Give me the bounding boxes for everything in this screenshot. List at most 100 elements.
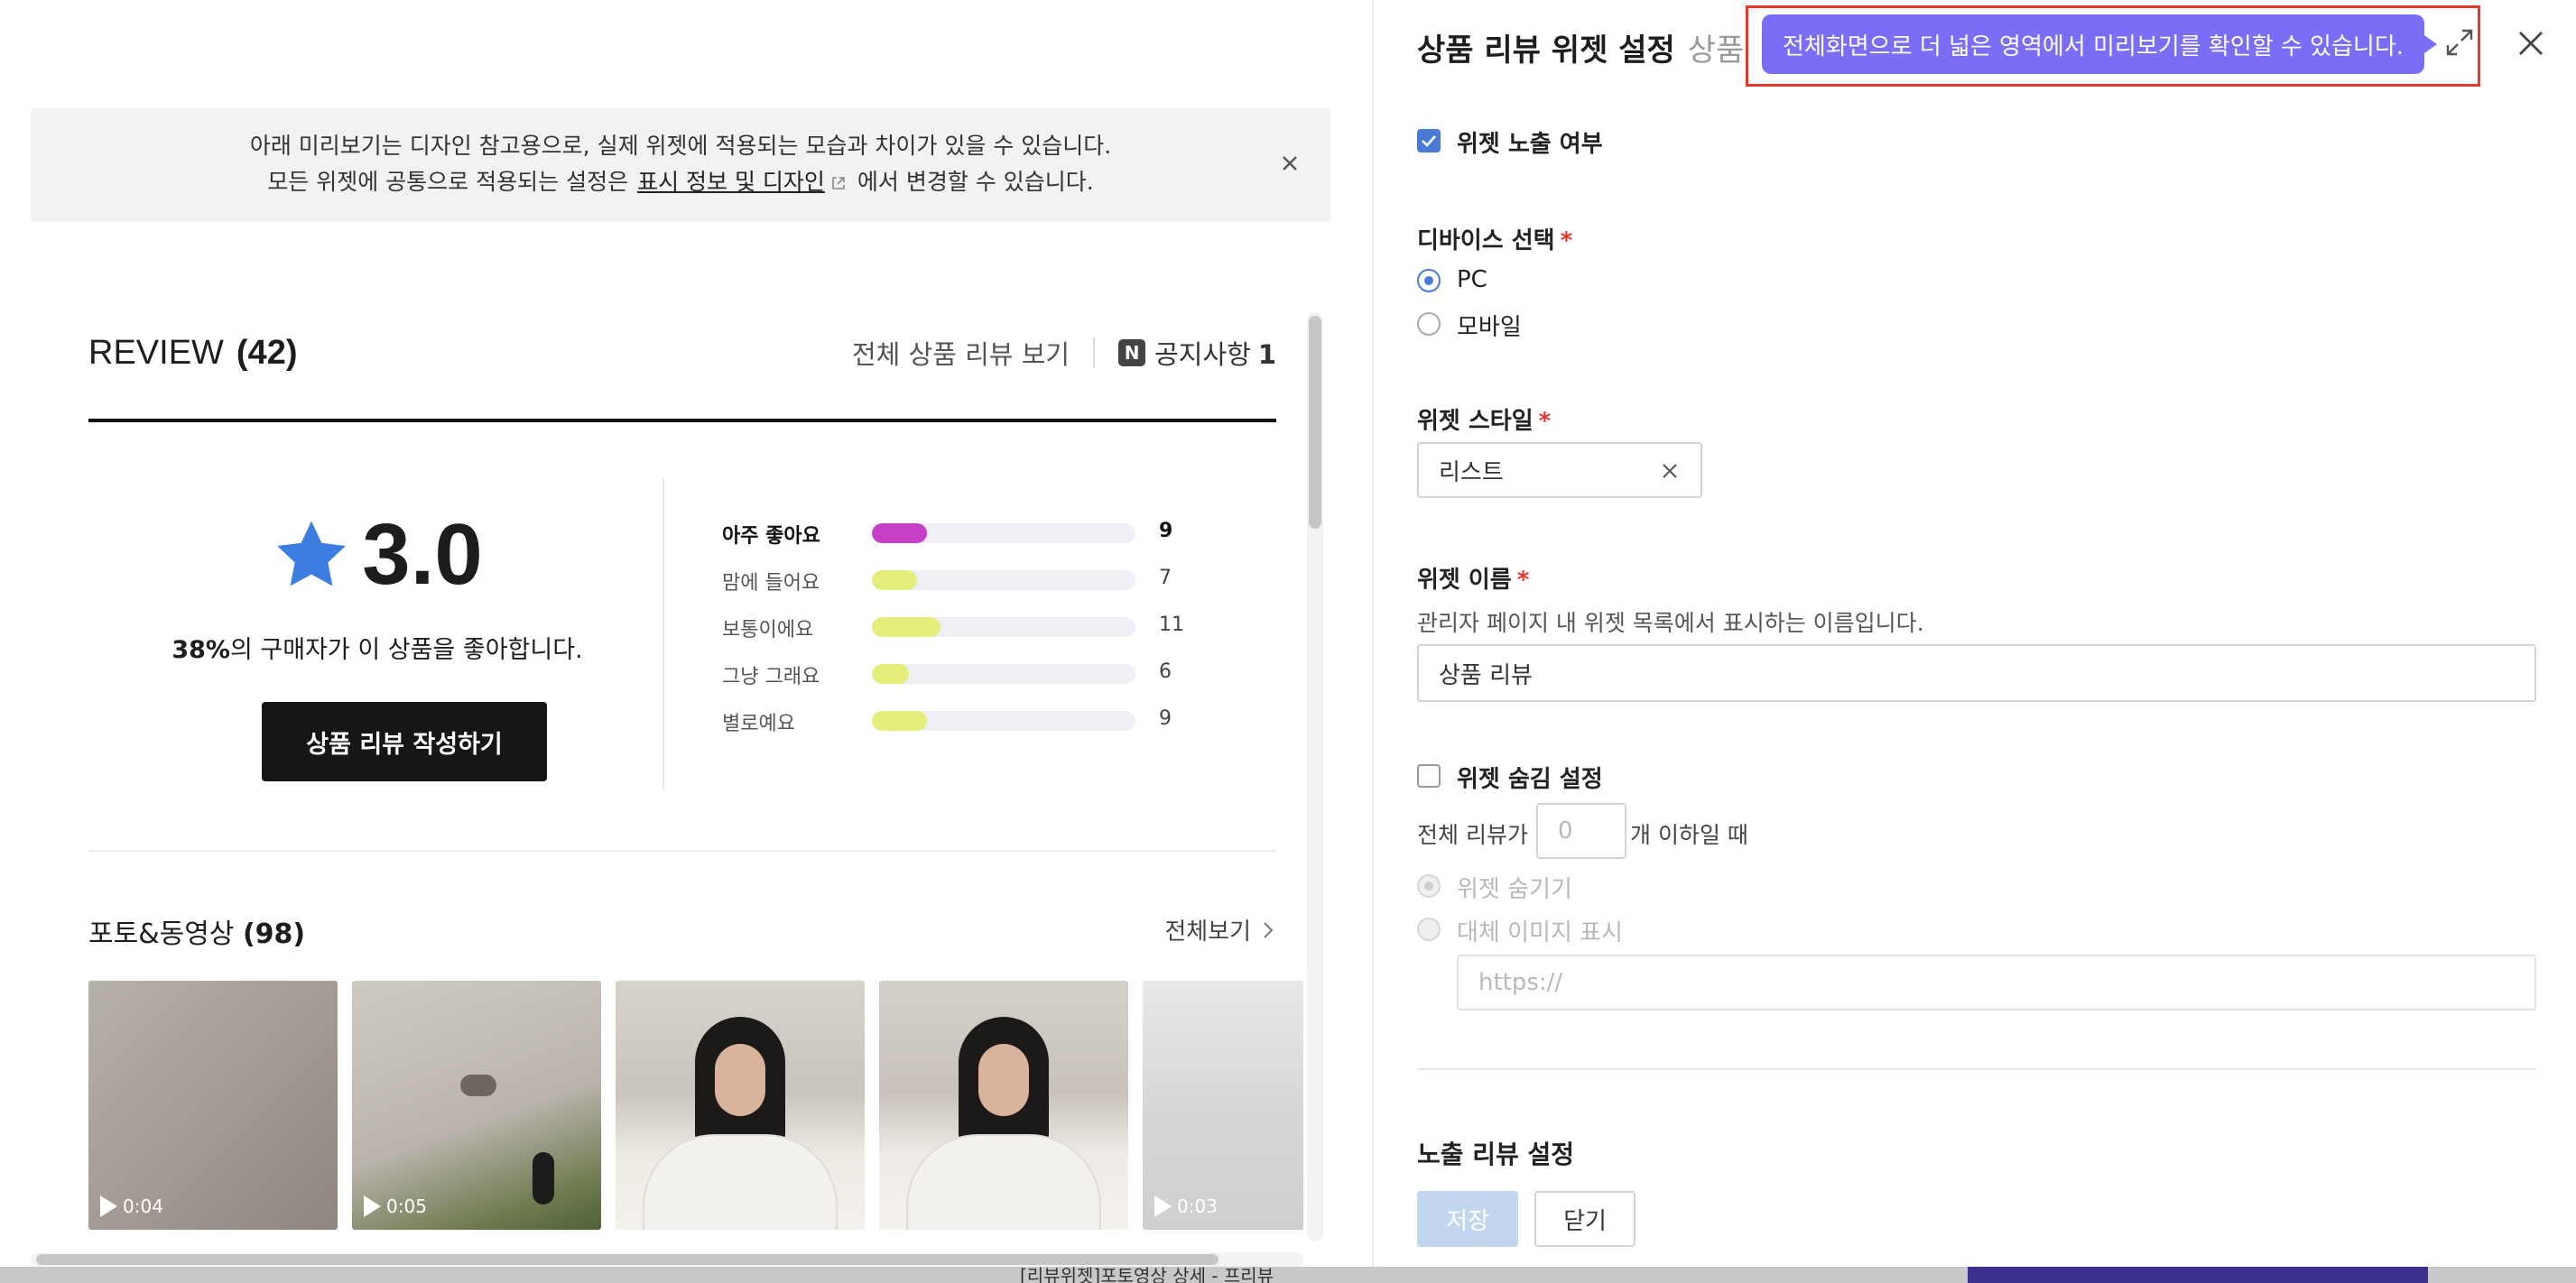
media-count: (98)	[242, 918, 306, 950]
rating-bar-track	[872, 617, 1135, 637]
like-text: 의 구매자가 이 상품을 좋아합니다.	[229, 636, 583, 664]
preview-vertical-scrollbar[interactable]	[1307, 312, 1323, 1241]
rating-bar-fill	[872, 523, 928, 543]
device-option-mobile: 모바일	[1457, 314, 1522, 341]
media-thumbnail-2[interactable]: 0:05	[352, 981, 601, 1230]
alt-image-radio[interactable]	[1417, 918, 1441, 941]
rating-bar-fill	[872, 570, 917, 590]
rating-bar-fill	[872, 617, 941, 637]
review-header-links: 전체 상품 리뷰 보기 N 공지사항 1	[852, 334, 1276, 372]
rating-row: 맘에 들어요 7	[722, 561, 1228, 608]
portrait-shape	[906, 1134, 1101, 1230]
display-design-link[interactable]: 표시 정보 및 디자인	[637, 169, 825, 195]
rating-bar-track	[872, 523, 1135, 543]
panel-title-sub: 상품	[1687, 32, 1745, 69]
rating-row: 아주 좋아요 9	[722, 514, 1228, 561]
required-mark: *	[1560, 227, 1573, 254]
notice-label: 공지사항	[1154, 339, 1251, 370]
duration-text: 0:03	[1177, 1195, 1218, 1217]
panel-divider	[1417, 1068, 2536, 1070]
style-label-text: 위젯 스타일	[1417, 408, 1534, 435]
clear-icon[interactable]	[1659, 460, 1681, 482]
rating-summary: 3.0 38%의 구매자가 이 상품을 좋아합니다. 상품 리뷰 작성하기	[88, 478, 666, 785]
average-score: 3.0	[88, 505, 666, 605]
hide-widget-option: 위젯 숨기기	[1457, 876, 1572, 903]
name-label: 위젯 이름 *	[1417, 561, 1529, 595]
style-select-value: 리스트	[1439, 458, 1504, 486]
widget-hide-label: 위젯 숨김 설정	[1457, 766, 1603, 793]
review-count: (42)	[236, 334, 298, 372]
rating-bar-track	[872, 664, 1135, 684]
widget-name-input[interactable]: 상품 리뷰	[1417, 644, 2536, 702]
notice-close-icon[interactable]	[1276, 150, 1303, 177]
media-thumbnail-3[interactable]	[616, 981, 865, 1230]
alt-image-option: 대체 이미지 표시	[1457, 919, 1623, 946]
name-label-text: 위젯 이름	[1417, 567, 1512, 594]
name-help-text: 관리자 페이지 내 위젯 목록에서 표시하는 이름입니다.	[1417, 610, 1924, 636]
duration-text: 0:05	[386, 1195, 427, 1217]
device-radio-mobile[interactable]	[1417, 312, 1441, 336]
new-badge-icon: N	[1118, 339, 1146, 366]
media-title-text: 포토&동영상	[88, 918, 235, 950]
media-thumbnails: 0:04 0:05 0:03	[88, 981, 1303, 1232]
save-button[interactable]: 저장	[1417, 1191, 1518, 1247]
media-title: 포토&동영상 (98)	[88, 911, 305, 951]
play-icon	[364, 1195, 381, 1217]
widget-visible-checkbox[interactable]	[1417, 129, 1441, 152]
cat-shape	[533, 1152, 554, 1205]
notice-link[interactable]: 공지사항 1	[1154, 334, 1276, 372]
device-radio-pc[interactable]	[1417, 269, 1441, 292]
rating-bar-track	[872, 711, 1135, 731]
review-widget-header: REVIEW (42) 전체 상품 리뷰 보기 N 공지사항 1	[88, 334, 1276, 422]
all-reviews-link[interactable]: 전체 상품 리뷰 보기	[852, 334, 1070, 372]
hide-widget-radio[interactable]	[1417, 874, 1441, 898]
device-option-pc: PC	[1457, 266, 1487, 293]
scrollbar-thumb[interactable]	[1309, 316, 1321, 529]
rating-count: 9	[1159, 707, 1172, 730]
media-thumbnail-5[interactable]: 0:03	[1143, 981, 1303, 1230]
cat-shape	[460, 1075, 496, 1096]
close-button[interactable]: 닫기	[1534, 1191, 1635, 1247]
rating-label: 별로예요	[722, 713, 795, 735]
header-separator	[1093, 337, 1096, 368]
portrait-shape	[643, 1134, 838, 1230]
write-review-button[interactable]: 상품 리뷰 작성하기	[262, 702, 547, 781]
review-title-text: REVIEW	[88, 334, 224, 372]
rating-bar-track	[872, 570, 1135, 590]
background-page-strip: [리뷰위젯]포토영상 상세 - 프리뷰	[0, 1265, 2576, 1283]
notice-text-pre: 모든 위젯에 공통으로 적용되는 설정은	[267, 169, 629, 195]
panel-title-text: 상품 리뷰 위젯 설정	[1417, 32, 1675, 69]
notice-line-1: 아래 미리보기는 디자인 참고용으로, 실제 위젯에 적용되는 모습과 차이가 …	[249, 133, 1112, 159]
widget-settings-panel: 상품 리뷰 위젯 설정 상품 전체화면으로 더 넓은 영역에서 미리보기를 확인할…	[1372, 0, 2576, 1267]
widget-name-value: 상품 리뷰	[1439, 661, 1533, 689]
panel-title: 상품 리뷰 위젯 설정 상품	[1417, 25, 1744, 69]
exposure-review-label: 노출 리뷰 설정	[1417, 1140, 1575, 1169]
expand-icon[interactable]	[2442, 25, 2477, 60]
see-all-link[interactable]: 전체보기	[1164, 913, 1276, 946]
rating-row: 별로예요 9	[722, 702, 1228, 749]
style-select[interactable]: 리스트	[1417, 442, 1702, 498]
alt-image-url-input[interactable]: https://	[1457, 955, 2536, 1011]
media-thumbnail-4[interactable]	[879, 981, 1128, 1230]
star-icon	[277, 521, 347, 586]
style-label: 위젯 스타일 *	[1417, 402, 1551, 436]
see-all-text: 전체보기	[1164, 918, 1251, 946]
widget-preview-area: 아래 미리보기는 디자인 참고용으로, 실제 위젯에 적용되는 모습과 차이가 …	[0, 0, 1372, 1283]
rating-distribution: 아주 좋아요 9 맘에 들어요 7 보통이에요 11 그냥 그래요 6 별로예요 9	[722, 514, 1228, 749]
widget-hide-checkbox[interactable]	[1417, 764, 1441, 788]
portrait-shape	[978, 1044, 1029, 1116]
rating-bar-fill	[872, 711, 928, 731]
summary-divider	[663, 478, 664, 789]
background-page-text: [리뷰위젯]포토영상 상세 - 프리뷰	[1020, 1265, 1274, 1283]
rating-count: 6	[1159, 660, 1172, 683]
video-duration: 0:05	[361, 1194, 427, 1219]
review-threshold-input[interactable]: 0	[1536, 803, 1626, 859]
review-threshold-placeholder: 0	[1558, 817, 1573, 845]
url-placeholder: https://	[1478, 969, 1563, 996]
media-thumbnail-1[interactable]: 0:04	[88, 981, 338, 1230]
media-section-header: 포토&동영상 (98) 전체보기	[88, 911, 1276, 951]
required-mark: *	[1538, 408, 1552, 435]
like-percentage-text: 38%의 구매자가 이 상품을 좋아합니다.	[88, 630, 666, 665]
play-icon	[1154, 1195, 1172, 1217]
close-icon[interactable]	[2513, 25, 2549, 61]
